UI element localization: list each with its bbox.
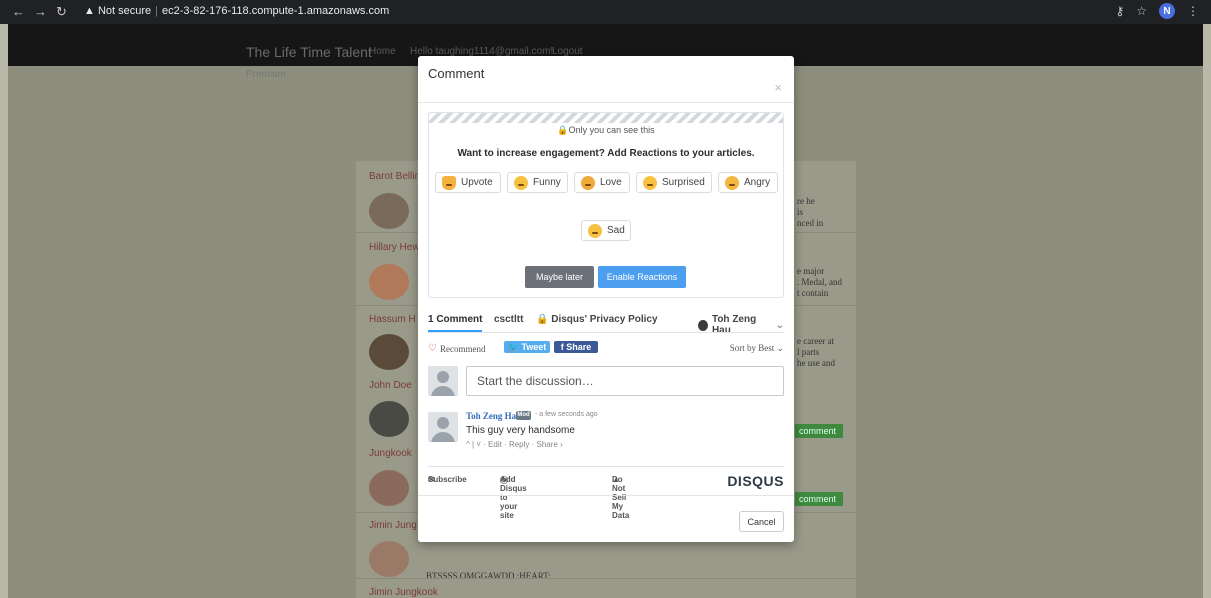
menu-icon[interactable]: ⋮	[1187, 4, 1199, 18]
list-item-photo	[369, 541, 409, 577]
reaction-funny[interactable]: Funny	[507, 172, 568, 193]
site-brand[interactable]: The Life Time Talent	[246, 44, 372, 60]
nav-home[interactable]: Home	[369, 46, 396, 57]
warning-icon: ▲	[84, 5, 95, 17]
chevron-down-icon: ⌄	[775, 319, 784, 331]
facebook-share-button[interactable]: f Share	[554, 341, 598, 353]
divider	[418, 102, 794, 103]
reaction-surprised[interactable]: Surprised	[636, 172, 712, 193]
comment-text: This guy very handsome	[466, 425, 575, 436]
profile-avatar[interactable]: N	[1159, 3, 1175, 19]
tab-privacy-policy[interactable]: 🔒 Disqus' Privacy Policy	[536, 314, 658, 325]
tweet-button[interactable]: 🐦 Tweet	[504, 341, 550, 353]
cancel-button[interactable]: Cancel	[739, 511, 784, 532]
only-you-notice: 🔒Only you can see this	[557, 125, 655, 135]
address-bar[interactable]: ▲ Not secure | ec2-3-82-176-118.compute-1.…	[84, 5, 389, 17]
heart-icon: ♡	[428, 343, 437, 354]
list-item-photo	[369, 401, 409, 437]
list-item-name[interactable]: Barot Bellin	[369, 171, 420, 182]
star-icon[interactable]: ☆	[1136, 4, 1147, 18]
reload-icon[interactable]: ↻	[56, 4, 67, 20]
reaction-angry[interactable]: Angry	[718, 172, 778, 193]
list-item-name[interactable]: Jimin Jung	[369, 520, 417, 531]
promo-text: Want to increase engagement? Add Reactio…	[457, 148, 755, 159]
list-item-name[interactable]: Hassum H	[369, 314, 416, 325]
tab-comments[interactable]: 1 Comment	[428, 314, 482, 325]
reaction-love[interactable]: Love	[574, 172, 630, 193]
add-comment-button[interactable]: comment	[795, 492, 843, 506]
url-text: ec2-3-82-176-118.compute-1.amazonaws.com	[162, 5, 390, 17]
modal-title: Comment	[428, 66, 485, 81]
list-item-photo	[369, 334, 409, 370]
thumbs-up-icon	[442, 175, 456, 190]
chevron-down-icon: ⌄	[776, 343, 784, 353]
enable-reactions-button[interactable]: Enable Reactions	[598, 266, 686, 288]
heart-eyes-icon	[581, 175, 595, 190]
tab-forum[interactable]: csctltt	[494, 314, 523, 325]
list-item-photo	[369, 470, 409, 506]
close-icon[interactable]: ×	[774, 80, 782, 95]
browser-toolbar: ← → ↻ ▲ Not secure | ec2-3-82-176-118.comp…	[0, 0, 1211, 24]
divider	[418, 495, 794, 496]
lock-icon: 🔒	[536, 314, 549, 325]
recommend-button[interactable]: ♡ Recommend	[428, 343, 485, 354]
disqus-footer: ✉ Subscribe Ⓓ Add Disqus to your site ▲ Do …	[428, 473, 784, 520]
comment-timestamp[interactable]: - a few seconds ago	[535, 411, 598, 418]
list-item-name[interactable]: Hillary Hew	[369, 242, 420, 253]
list-item-name[interactable]: Jungkook	[369, 448, 412, 459]
user-avatar	[698, 319, 708, 331]
back-icon[interactable]: ←	[12, 4, 25, 19]
list-item-text: BTSSSS OMGGAWDD :HEART:	[426, 571, 551, 581]
list-item-text: re he is nced in	[797, 196, 824, 228]
twitter-icon: 🐦	[507, 342, 519, 352]
site-sub-nav[interactable]: Premium	[246, 69, 286, 80]
disqus-tabs: 1 Comment csctltt 🔒 Disqus' Privacy Poli…	[428, 314, 784, 336]
avatar	[428, 366, 458, 396]
security-label: Not secure	[97, 5, 152, 17]
list-item-name[interactable]: Jimin Jungkook	[369, 587, 438, 598]
comment-modal: Comment × 🔒Only you can see this Want to…	[418, 56, 794, 542]
list-item-text: e major . Medal, and t contain	[797, 266, 842, 298]
sort-dropdown[interactable]: Sort by Best ⌄	[730, 343, 784, 354]
list-item-name[interactable]: John Doe	[369, 380, 412, 391]
list-item-photo	[369, 264, 409, 300]
add-comment-button[interactable]: comment	[795, 424, 843, 438]
facebook-icon: f	[560, 342, 564, 352]
stripe-banner	[429, 113, 783, 123]
comment-actions[interactable]: ^ | ˅ · Edit · Reply · Share ›	[466, 440, 563, 449]
thread-actions: ♡ Recommend 🐦 Tweet f Share Sort by Best …	[428, 341, 784, 357]
sad-face-icon	[588, 223, 602, 238]
discussion-input[interactable]: Start the discussion…	[466, 366, 784, 396]
divider	[428, 332, 784, 333]
disqus-logo[interactable]: DISQUS	[727, 473, 784, 489]
surprised-face-icon	[643, 175, 657, 190]
key-icon[interactable]: ⚷	[1115, 4, 1124, 18]
angry-face-icon	[725, 175, 739, 190]
laughing-face-icon	[514, 175, 528, 190]
forward-icon[interactable]: →	[34, 4, 47, 19]
lock-icon: 🔒	[557, 125, 569, 135]
reaction-sad[interactable]: Sad	[581, 220, 631, 241]
maybe-later-button[interactable]: Maybe later	[525, 266, 594, 288]
avatar[interactable]	[428, 412, 458, 442]
list-divider	[356, 578, 856, 579]
comment-author[interactable]: Toh Zeng Hau	[466, 411, 521, 421]
divider	[428, 466, 784, 467]
list-item-photo	[369, 193, 409, 229]
mod-badge: Mod	[516, 411, 531, 420]
reaction-upvote[interactable]: Upvote	[435, 172, 501, 193]
list-item-text: e career at l parts he use and	[797, 336, 835, 368]
